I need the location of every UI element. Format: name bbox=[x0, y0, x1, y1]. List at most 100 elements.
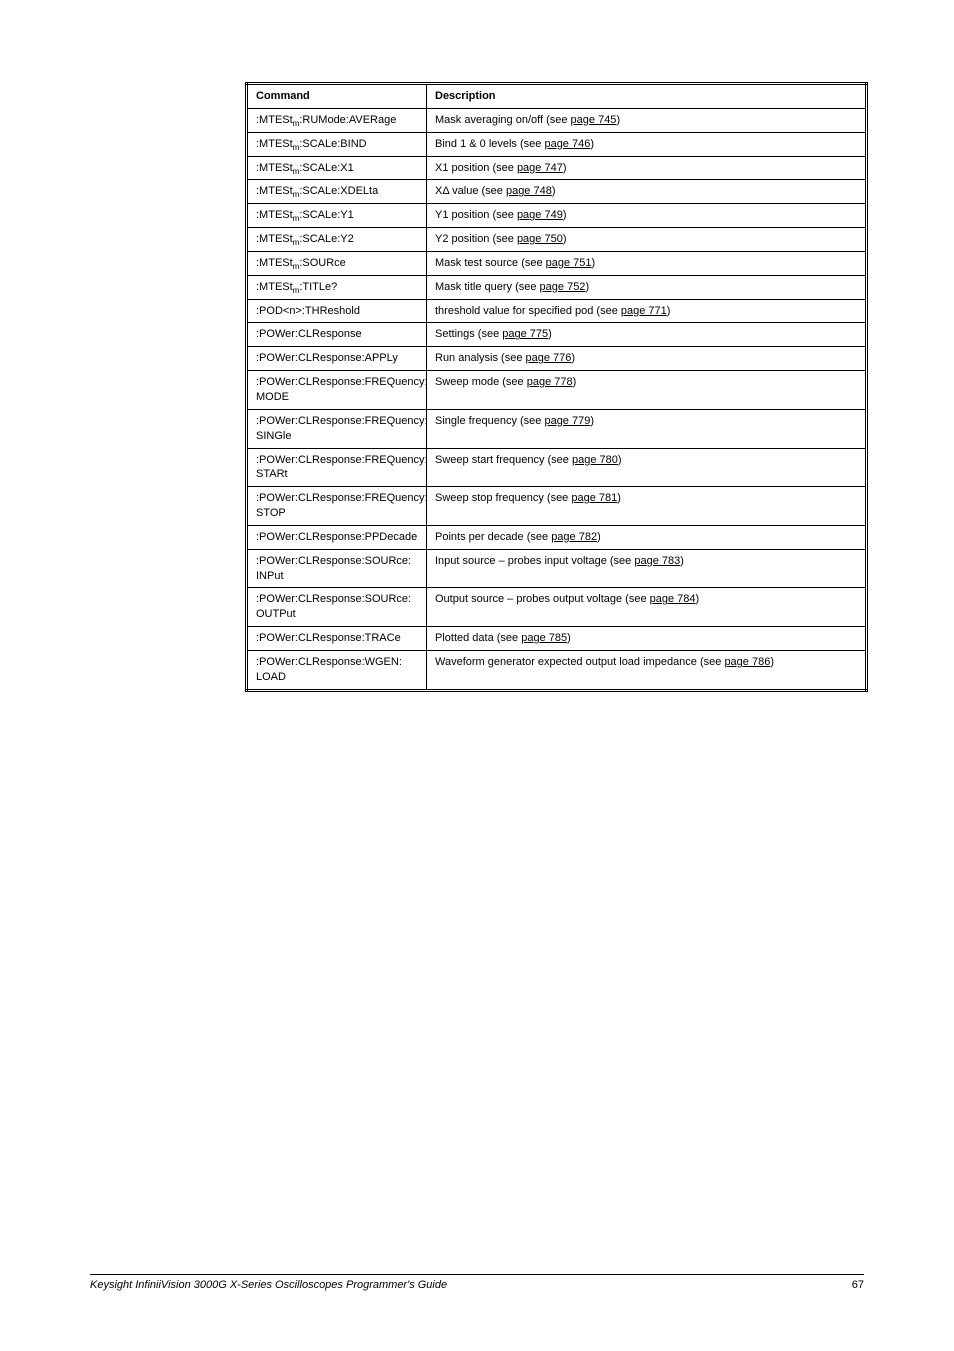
table-row: :POD<n>:THResholdthreshold value for spe… bbox=[247, 299, 867, 323]
table-row: :MTEStm:TITLe?Mask title query (see page… bbox=[247, 275, 867, 299]
page-reference-link[interactable]: page 751 bbox=[546, 257, 592, 269]
page-reference-link[interactable]: page 780 bbox=[572, 454, 618, 466]
description-text: ) bbox=[590, 415, 594, 427]
page-reference-link[interactable]: page 779 bbox=[544, 415, 590, 427]
description-text: ) bbox=[573, 376, 577, 388]
description-cell: threshold value for specified pod (see p… bbox=[427, 299, 867, 323]
footer-divider bbox=[90, 1274, 864, 1275]
description-cell: XΔ value (see page 748) bbox=[427, 180, 867, 204]
description-text: Single frequency (see bbox=[435, 415, 544, 427]
description-text: XΔ value (see bbox=[435, 185, 506, 197]
description-text: Waveform generator expected output load … bbox=[435, 656, 724, 668]
description-text: ) bbox=[618, 454, 622, 466]
description-text: Mask test source (see bbox=[435, 257, 546, 269]
description-text: ) bbox=[680, 555, 684, 567]
command-cell: :MTEStm:TITLe? bbox=[247, 275, 427, 299]
description-text: ) bbox=[567, 632, 571, 644]
description-text: ) bbox=[696, 593, 700, 605]
table-row: :POWer:CLResponse:APPLyRun analysis (see… bbox=[247, 347, 867, 371]
description-text: Y1 position (see bbox=[435, 209, 517, 221]
page-reference-link[interactable]: page 752 bbox=[540, 281, 586, 293]
command-cell: :MTEStm:SCALe:Y2 bbox=[247, 228, 427, 252]
description-cell: Mask averaging on/off (see page 745) bbox=[427, 108, 867, 132]
command-cell: :POWer:CLResponse:APPLy bbox=[247, 347, 427, 371]
description-text: Sweep mode (see bbox=[435, 376, 527, 388]
description-text: ) bbox=[563, 209, 567, 221]
command-cell: :POWer:CLResponse:FREQuency:STOP bbox=[247, 487, 427, 526]
description-text: Plotted data (see bbox=[435, 632, 521, 644]
table-row: :POWer:CLResponse:FREQuency:STOPSweep st… bbox=[247, 487, 867, 526]
command-cell: :POWer:CLResponse:SOURce:OUTPut bbox=[247, 588, 427, 627]
description-cell: Sweep start frequency (see page 780) bbox=[427, 448, 867, 487]
description-text: Sweep stop frequency (see bbox=[435, 492, 571, 504]
description-text: ) bbox=[563, 162, 567, 174]
command-cell: :POWer:CLResponse:TRACe bbox=[247, 627, 427, 651]
page-footer: Keysight InfiniiVision 3000G X-Series Os… bbox=[90, 1274, 864, 1291]
page-reference-link[interactable]: page 746 bbox=[544, 138, 590, 150]
page-reference-link[interactable]: page 771 bbox=[621, 305, 667, 317]
page-reference-link[interactable]: page 785 bbox=[521, 632, 567, 644]
description-text: ) bbox=[592, 257, 596, 269]
page-reference-link[interactable]: page 745 bbox=[571, 114, 617, 126]
footer-title: Keysight InfiniiVision 3000G X-Series Os… bbox=[90, 1279, 447, 1291]
page-reference-link[interactable]: page 749 bbox=[517, 209, 563, 221]
command-cell: :POWer:CLResponse:SOURce:INPut bbox=[247, 549, 427, 588]
description-text: ) bbox=[590, 138, 594, 150]
page-reference-link[interactable]: page 782 bbox=[551, 531, 597, 543]
description-text: Y2 position (see bbox=[435, 233, 517, 245]
command-cell: :MTEStm:SCALe:X1 bbox=[247, 156, 427, 180]
description-cell: Waveform generator expected output load … bbox=[427, 650, 867, 690]
page-reference-link[interactable]: page 776 bbox=[526, 352, 572, 364]
command-cell: :MTEStm:RUMode:AVERage bbox=[247, 108, 427, 132]
command-cell: :MTEStm:SOURce bbox=[247, 251, 427, 275]
description-cell: Run analysis (see page 776) bbox=[427, 347, 867, 371]
table-row: :POWer:CLResponse:PPDecadePoints per dec… bbox=[247, 525, 867, 549]
page-reference-link[interactable]: page 750 bbox=[517, 233, 563, 245]
table-row: :MTEStm:SOURceMask test source (see page… bbox=[247, 251, 867, 275]
page-reference-link[interactable]: page 775 bbox=[502, 328, 548, 340]
description-cell: Y1 position (see page 749) bbox=[427, 204, 867, 228]
description-text: Points per decade (see bbox=[435, 531, 551, 543]
description-cell: Sweep stop frequency (see page 781) bbox=[427, 487, 867, 526]
command-cell: :POWer:CLResponse:PPDecade bbox=[247, 525, 427, 549]
table-row: :MTEStm:SCALe:Y1Y1 position (see page 74… bbox=[247, 204, 867, 228]
page-reference-link[interactable]: page 784 bbox=[650, 593, 696, 605]
table-row: :POWer:CLResponse:WGEN:LOAD Waveform gene… bbox=[247, 650, 867, 690]
description-text: Settings (see bbox=[435, 328, 502, 340]
description-text: Run analysis (see bbox=[435, 352, 526, 364]
description-cell: Single frequency (see page 779) bbox=[427, 409, 867, 448]
description-cell: X1 position (see page 747) bbox=[427, 156, 867, 180]
table-row: :MTEStm:SCALe:Y2 Y2 position (see page 75… bbox=[247, 228, 867, 252]
description-text: ) bbox=[548, 328, 552, 340]
col-header-description: Description bbox=[427, 84, 867, 109]
description-text: ) bbox=[667, 305, 671, 317]
table-row: :MTEStm:SCALe:BINDBind 1 & 0 levels (see… bbox=[247, 132, 867, 156]
table-row: :MTEStm:SCALe:XDELtaXΔ value (see page 7… bbox=[247, 180, 867, 204]
description-text: ) bbox=[571, 352, 575, 364]
table-row: :POWer:CLResponse:FREQuency:SINGleSingle… bbox=[247, 409, 867, 448]
description-cell: Bind 1 & 0 levels (see page 746) bbox=[427, 132, 867, 156]
command-cell: :MTEStm:SCALe:XDELta bbox=[247, 180, 427, 204]
page-reference-link[interactable]: page 747 bbox=[517, 162, 563, 174]
table-row: :POWer:CLResponse:TRACe Plotted data (see… bbox=[247, 627, 867, 651]
col-header-command: Command bbox=[247, 84, 427, 109]
description-text: ) bbox=[563, 233, 567, 245]
description-cell: Points per decade (see page 782) bbox=[427, 525, 867, 549]
description-text: Input source – probes input voltage (see bbox=[435, 555, 634, 567]
table-row: :POWer:CLResponseSettings (see page 775) bbox=[247, 323, 867, 347]
command-cell: :MTEStm:SCALe:Y1 bbox=[247, 204, 427, 228]
description-cell: Mask test source (see page 751) bbox=[427, 251, 867, 275]
page-reference-link[interactable]: page 781 bbox=[571, 492, 617, 504]
description-text: ) bbox=[597, 531, 601, 543]
table-row: :POWer:CLResponse:SOURce:OUTPut Output so… bbox=[247, 588, 867, 627]
page-reference-link[interactable]: page 778 bbox=[527, 376, 573, 388]
page-reference-link[interactable]: page 786 bbox=[724, 656, 770, 668]
description-text: Output source – probes output voltage (s… bbox=[435, 593, 650, 605]
description-text: ) bbox=[552, 185, 556, 197]
page-reference-link[interactable]: page 748 bbox=[506, 185, 552, 197]
command-cell: :POWer:CLResponse:WGEN:LOAD bbox=[247, 650, 427, 690]
description-cell: Mask title query (see page 752) bbox=[427, 275, 867, 299]
description-text: Mask title query (see bbox=[435, 281, 540, 293]
page-reference-link[interactable]: page 783 bbox=[634, 555, 680, 567]
description-text: threshold value for specified pod (see bbox=[435, 305, 621, 317]
